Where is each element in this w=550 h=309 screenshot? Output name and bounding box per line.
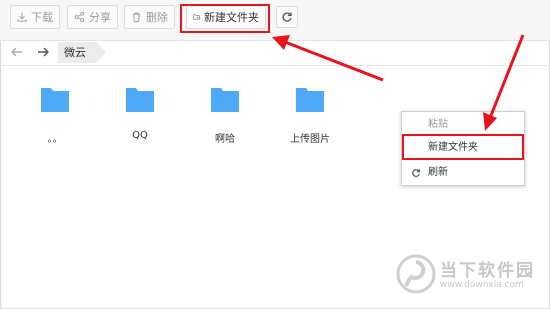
- watermark: 当下软件园 www.downxia.com: [396, 252, 536, 298]
- watermark-logo-icon: [396, 254, 436, 294]
- annotation-arrow: [285, 42, 383, 80]
- watermark-text: 当下软件园: [440, 256, 535, 281]
- annotation-arrow: [490, 35, 523, 118]
- watermark-url: www.downxia.com: [440, 280, 524, 290]
